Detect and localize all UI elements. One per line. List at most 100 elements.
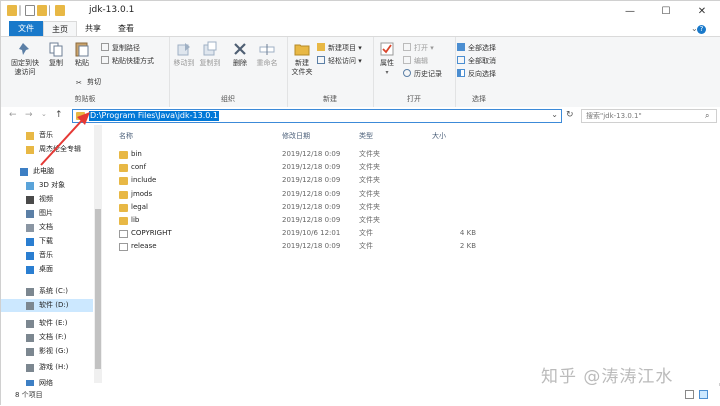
- details-view-icon[interactable]: [685, 390, 694, 399]
- drive-icon: [26, 320, 34, 328]
- properties-button[interactable]: 属性 ▾: [375, 41, 399, 77]
- maximize-button[interactable]: ☐: [649, 1, 683, 21]
- select-all-button[interactable]: 全部选择: [457, 43, 496, 53]
- nav-item[interactable]: 音乐: [1, 249, 93, 262]
- file-row[interactable]: COPYRIGHT 2019/10/6 12:01 文件 4 KB: [118, 227, 718, 240]
- paste-shortcut-button[interactable]: 粘贴快捷方式: [101, 56, 154, 66]
- file-name: conf: [131, 163, 147, 172]
- copy-to-button[interactable]: 复制到: [197, 41, 223, 68]
- column-header-date[interactable]: 修改日期: [282, 131, 310, 141]
- nav-item[interactable]: 系统 (C:): [1, 285, 93, 298]
- file-row[interactable]: conf 2019/12/18 0:09 文件夹: [118, 161, 718, 174]
- column-header-type[interactable]: 类型: [359, 131, 373, 141]
- nav-item[interactable]: 软件 (D:): [1, 299, 93, 312]
- paste-icon: [74, 41, 90, 57]
- nav-item[interactable]: 3D 对象: [1, 179, 93, 192]
- select-none-button[interactable]: 全部取消: [457, 56, 496, 66]
- address-bar[interactable]: D:\Program Files\Java\jdk-13.0.1 ⌄: [72, 109, 562, 123]
- history-button[interactable]: 历史记录: [403, 69, 442, 79]
- pin-quick-access-button[interactable]: 固定到快 速访问: [7, 41, 43, 77]
- nav-item[interactable]: 图片: [1, 207, 93, 220]
- nav-item[interactable]: 文档: [1, 221, 93, 234]
- customize-qat-icon[interactable]: [49, 5, 53, 16]
- file-row[interactable]: release 2019/12/18 0:09 文件 2 KB: [118, 240, 718, 253]
- file-type: 文件夹: [359, 150, 380, 158]
- tab-file[interactable]: 文件: [9, 21, 43, 36]
- properties-dropdown-chevron-icon[interactable]: ▾: [375, 68, 399, 77]
- nav-item[interactable]: 影视 (G:): [1, 345, 93, 358]
- file-type: 文件夹: [359, 216, 380, 224]
- file-row[interactable]: include 2019/12/18 0:09 文件夹: [118, 174, 718, 187]
- new-folder-icon[interactable]: [37, 5, 47, 16]
- tab-share[interactable]: 共享: [77, 21, 109, 36]
- drive-icon: [26, 302, 34, 310]
- tab-view[interactable]: 查看: [110, 21, 142, 36]
- new-item-button[interactable]: 新建项目 ▾: [317, 43, 362, 53]
- easy-access-icon: [317, 56, 325, 64]
- nav-item[interactable]: 下载: [1, 235, 93, 248]
- forward-arrow-icon[interactable]: →: [25, 110, 33, 120]
- new-group: 新建 文件夹 新建项目 ▾ 轻松访问 ▾ 新建: [287, 37, 374, 107]
- nav-item[interactable]: 软件 (E:): [1, 317, 93, 330]
- nav-item[interactable]: 游戏 (H:): [1, 361, 93, 374]
- file-icon: [119, 243, 128, 252]
- copy-path-button[interactable]: 复制路径: [101, 43, 140, 53]
- cut-button[interactable]: ✂ 剪切: [76, 77, 101, 87]
- file-type: 文件夹: [359, 202, 380, 211]
- column-header-size[interactable]: 大小: [432, 131, 446, 141]
- up-arrow-icon[interactable]: ↑: [55, 110, 63, 120]
- folder-icon: [7, 5, 17, 16]
- file-list: 名称 修改日期 类型 大小 bin 2019/12/18 0:09 文件夹 conf 2…: [108, 125, 720, 383]
- file-row[interactable]: jmods 2019/12/18 0:09 文件夹: [118, 188, 718, 201]
- recent-locations-chevron-icon[interactable]: ⌄: [41, 110, 47, 118]
- refresh-icon[interactable]: ↻: [566, 110, 574, 120]
- invert-selection-icon: [457, 69, 465, 77]
- copy-button[interactable]: 复制: [45, 41, 67, 68]
- nav-item[interactable]: 周杰伦全专辑: [1, 143, 93, 156]
- address-dropdown-chevron-icon[interactable]: ⌄: [551, 110, 558, 119]
- search-input[interactable]: 搜索"jdk-13.0.1": [581, 109, 717, 123]
- file-date: 2019/12/18 0:09: [282, 216, 341, 224]
- back-arrow-icon[interactable]: ←: [9, 110, 17, 120]
- nav-scrollbar[interactable]: [94, 125, 102, 383]
- nav-item[interactable]: 音乐: [1, 129, 93, 142]
- file-row[interactable]: legal 2019/12/18 0:09 文件夹: [118, 201, 718, 214]
- desktop-icon: [26, 266, 34, 274]
- nav-item-label: 桌面: [39, 265, 53, 273]
- minimize-button[interactable]: —: [613, 1, 647, 21]
- paste-button[interactable]: 粘贴: [69, 41, 95, 68]
- file-name: jmods: [131, 189, 153, 198]
- nav-item[interactable]: 此电脑: [1, 165, 93, 178]
- easy-access-button[interactable]: 轻松访问 ▾: [317, 56, 362, 66]
- open-button[interactable]: 打开 ▾: [403, 43, 434, 53]
- file-name: include: [131, 176, 157, 185]
- nav-item-label: 文档: [39, 223, 53, 231]
- nav-item[interactable]: 文档 (F:): [1, 331, 93, 344]
- address-path-text[interactable]: D:\Program Files\Java\jdk-13.0.1: [89, 111, 219, 121]
- column-header-name[interactable]: 名称: [119, 131, 133, 141]
- new-folder-button[interactable]: 新建 文件夹: [289, 41, 315, 77]
- nav-item-label: 下载: [39, 237, 53, 245]
- nav-scrollbar-thumb[interactable]: [95, 209, 101, 369]
- help-icon[interactable]: ?: [697, 21, 707, 36]
- edit-button[interactable]: 编辑: [403, 56, 428, 66]
- large-icons-view-icon[interactable]: [699, 390, 708, 399]
- invert-selection-button[interactable]: 反向选择: [457, 69, 496, 79]
- delete-button[interactable]: 删除: [229, 41, 251, 68]
- properties-check-icon: [379, 41, 395, 57]
- nav-item[interactable]: 视频: [1, 193, 93, 206]
- folder-icon: [119, 177, 128, 186]
- nav-item-label: 游戏 (H:): [39, 363, 69, 371]
- tab-home[interactable]: 主页: [43, 21, 77, 36]
- properties-icon[interactable]: [25, 5, 35, 16]
- file-row[interactable]: bin 2019/12/18 0:09 文件夹: [118, 148, 718, 161]
- folder-icon: [76, 112, 85, 120]
- nav-item-label: 软件 (E:): [39, 319, 68, 327]
- move-to-button[interactable]: 移动到: [171, 41, 197, 68]
- rename-button[interactable]: 重命名: [253, 41, 281, 68]
- nav-item[interactable]: 桌面: [1, 263, 93, 276]
- file-row[interactable]: lib 2019/12/18 0:09 文件夹: [118, 214, 718, 227]
- select-group-label: 选择: [472, 95, 486, 103]
- search-icon[interactable]: ⌕: [705, 111, 709, 121]
- close-button[interactable]: ✕: [685, 1, 719, 21]
